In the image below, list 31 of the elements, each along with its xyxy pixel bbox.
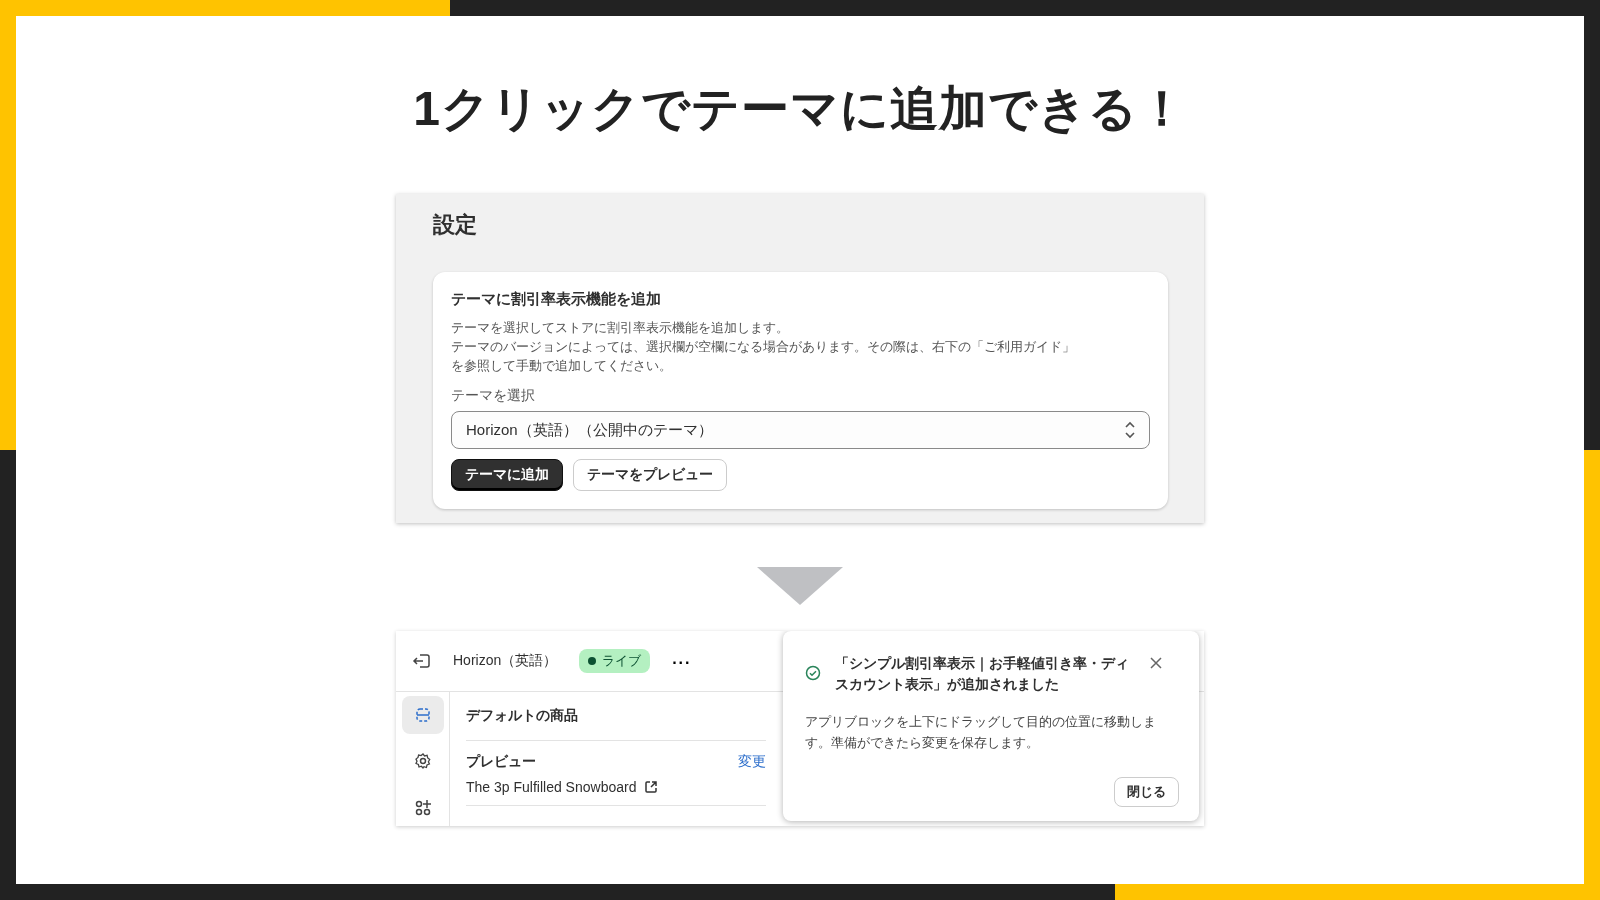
sections-icon <box>413 706 432 725</box>
toast-title: 「シンプル割引率表示｜お手軽値引き率・ディスカウント表示」が追加されました <box>835 654 1130 694</box>
field-label: テーマを選択 <box>451 387 536 405</box>
dismiss-button[interactable]: 閉じる <box>1114 777 1179 807</box>
chevron-icon <box>1123 421 1137 439</box>
preview-value: The 3p Fulfilled Snowboard <box>466 779 637 795</box>
panel-heading: 設定 <box>433 211 478 239</box>
card-title: テーマに割引率表示機能を追加 <box>451 290 662 309</box>
exit-icon[interactable] <box>412 651 431 671</box>
description-text: を参照して手動で追加してください。 <box>451 357 673 375</box>
description-text: テーマを選択してストアに割引率表示機能を追加します。 <box>451 319 790 337</box>
external-link-icon[interactable] <box>644 780 659 794</box>
down-arrow-icon <box>757 567 843 605</box>
add-button[interactable]: テーマに追加 <box>451 459 563 491</box>
theme-select[interactable]: Horizon（英語）（公開中のテーマ） <box>451 411 1150 449</box>
preview-label: プレビュー <box>466 753 536 771</box>
toast-message: アプリブロックを上下にドラッグして目的の位置に移動します。準備ができたら変更を保存します。 <box>805 713 1157 752</box>
select-value: Horizon（英語）（公開中のテーマ） <box>466 420 713 440</box>
check-circle-icon <box>805 665 821 681</box>
more-button[interactable]: ··· <box>672 653 692 672</box>
headline: 1クリックでテーマに追加できる！ <box>413 81 1187 137</box>
description-text: テーマのバージョンによっては、選択欄が空欄になる場合があります。その際は、右下の「ご利用ガイド」 <box>451 338 1076 356</box>
preview-button[interactable]: テーマをプレビュー <box>573 459 727 491</box>
status-dot <box>588 657 597 665</box>
change-link[interactable]: 変更 <box>738 753 766 771</box>
badge-text: ライブ <box>602 652 642 670</box>
apps-icon <box>413 798 432 817</box>
close-icon <box>1149 656 1163 670</box>
theme-name: Horizon（英語） <box>453 652 558 670</box>
section-title: デフォルトの商品 <box>466 692 766 741</box>
gear-icon <box>413 752 432 771</box>
